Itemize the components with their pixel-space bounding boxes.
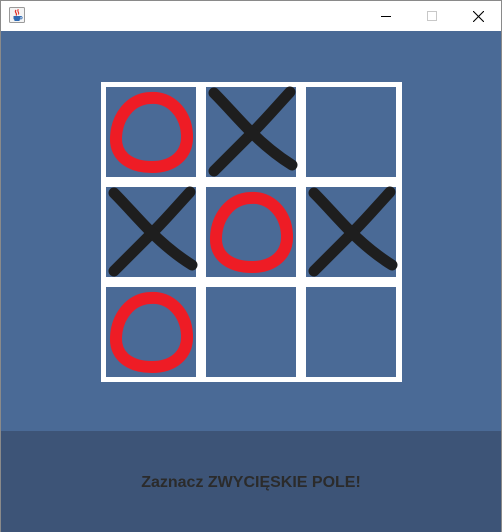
- maximize-icon: [427, 11, 437, 21]
- board-cell-2-0[interactable]: [106, 287, 196, 377]
- board-cell-2-2[interactable]: [306, 287, 396, 377]
- minimize-icon: [381, 16, 391, 17]
- x-mark-icon: [208, 86, 298, 177]
- board-cell-0-0[interactable]: [106, 87, 196, 177]
- x-mark-icon: [308, 186, 398, 277]
- game-area: [1, 31, 501, 431]
- close-icon: [472, 10, 484, 22]
- maximize-button[interactable]: [409, 1, 455, 31]
- o-mark-icon: [110, 291, 193, 373]
- status-message: Zaznacz ZWYCIĘSKIE POLE!: [141, 473, 361, 491]
- title-bar[interactable]: [1, 1, 501, 31]
- board-cell-1-1[interactable]: [206, 187, 296, 277]
- board-cell-2-1[interactable]: [206, 287, 296, 377]
- board-cell-0-1[interactable]: [206, 86, 298, 177]
- board-cell-1-2[interactable]: [306, 186, 398, 277]
- java-coffee-cup-icon: [9, 7, 25, 23]
- x-mark-icon: [108, 186, 198, 277]
- status-bar: Zaznacz ZWYCIĘSKIE POLE!: [1, 431, 501, 532]
- game-window: Zaznacz ZWYCIĘSKIE POLE!: [0, 0, 502, 532]
- board-cell-1-0[interactable]: [106, 186, 198, 277]
- board-cell-0-2[interactable]: [306, 87, 396, 177]
- tic-tac-toe-board: [101, 82, 402, 382]
- o-mark-icon: [210, 191, 293, 273]
- close-button[interactable]: [455, 1, 501, 31]
- minimize-button[interactable]: [363, 1, 409, 31]
- o-mark-icon: [110, 91, 193, 173]
